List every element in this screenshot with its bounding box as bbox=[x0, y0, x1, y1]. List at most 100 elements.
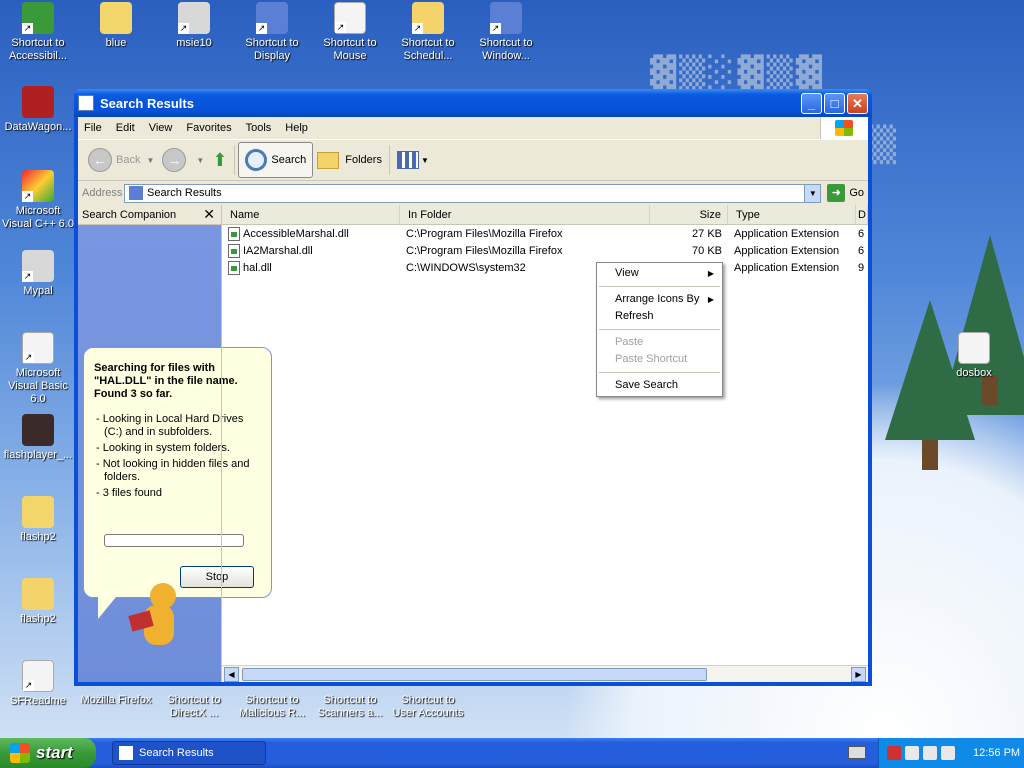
context-menu: View ▶ Arrange Icons By ▶ Refresh Paste Pa… bbox=[596, 262, 723, 397]
context-item-arrange[interactable]: Arrange Icons By ▶ bbox=[597, 291, 722, 308]
back-dropdown-icon[interactable]: ▼ bbox=[146, 156, 154, 165]
address-input[interactable]: Search Results ▼ bbox=[124, 183, 822, 203]
minimize-button[interactable]: _ bbox=[801, 92, 822, 114]
menu-view[interactable]: View bbox=[149, 122, 173, 134]
security-icon[interactable] bbox=[923, 746, 937, 760]
context-item-save-search[interactable]: Save Search bbox=[597, 377, 722, 394]
column-date[interactable]: D bbox=[856, 205, 868, 224]
desktop-icon-user-accounts[interactable]: Shortcut to User Accounts bbox=[390, 694, 466, 720]
menu-edit[interactable]: Edit bbox=[116, 122, 135, 134]
up-button[interactable]: ⬆ bbox=[208, 142, 231, 178]
display-icon bbox=[256, 2, 288, 34]
volume-icon[interactable] bbox=[941, 746, 955, 760]
context-item-refresh[interactable]: Refresh bbox=[597, 308, 722, 325]
desktop-icon-display[interactable]: Shortcut to Display bbox=[234, 2, 310, 63]
go-button[interactable]: ➜ Go bbox=[827, 184, 864, 202]
desktop-icon-visual-cpp[interactable]: Microsoft Visual C++ 6.0 bbox=[0, 170, 76, 231]
go-arrow-icon: ➜ bbox=[827, 184, 846, 202]
context-item-view[interactable]: View ▶ bbox=[597, 265, 722, 282]
column-type[interactable]: Type bbox=[728, 205, 856, 224]
toolbar-separator bbox=[234, 145, 236, 175]
document-icon bbox=[22, 660, 54, 692]
search-dog-icon[interactable] bbox=[128, 583, 180, 655]
maximize-button[interactable]: □ bbox=[824, 92, 845, 114]
window-content: Search Companion ✕ Searching for files w… bbox=[78, 205, 868, 682]
window-title: Search Results bbox=[100, 95, 194, 111]
desktop-icon-scheduled[interactable]: Shortcut to Schedul... bbox=[390, 2, 466, 63]
context-item-paste[interactable]: Paste bbox=[597, 334, 722, 351]
dll-file-icon bbox=[228, 243, 240, 258]
taskbar-item-search-results[interactable]: Search Results bbox=[112, 741, 266, 765]
menu-help[interactable]: Help bbox=[285, 122, 308, 134]
dll-file-icon bbox=[228, 226, 240, 241]
search-icon bbox=[245, 149, 268, 171]
toolbar: ← Back ▼ → ▼ ⬆ Search Folders ▼ bbox=[78, 139, 868, 181]
table-row[interactable]: hal.dll C:\WINDOWS\system32 KB Applicati… bbox=[222, 259, 868, 276]
menu-favorites[interactable]: Favorites bbox=[186, 122, 231, 134]
raccoon-icon bbox=[22, 250, 54, 282]
desktop-icon-malicious[interactable]: Shortcut to Malicious R... bbox=[234, 694, 310, 720]
close-icon[interactable]: ✕ bbox=[203, 206, 215, 223]
installer-icon bbox=[178, 2, 210, 34]
table-row[interactable]: IA2Marshal.dll C:\Program Files\Mozilla … bbox=[222, 242, 868, 259]
menu-file[interactable]: File bbox=[84, 122, 102, 134]
forward-button[interactable]: → ▼ bbox=[158, 142, 208, 178]
views-button[interactable]: ▼ bbox=[393, 142, 433, 178]
results-list: Name In Folder Size Type D AccessibleMar… bbox=[221, 205, 868, 682]
context-item-paste-shortcut[interactable]: Paste Shortcut bbox=[597, 351, 722, 368]
folders-button[interactable]: Folders bbox=[313, 142, 386, 178]
scroll-left-icon[interactable]: ◀ bbox=[224, 667, 239, 682]
views-dropdown-icon[interactable]: ▼ bbox=[421, 156, 429, 165]
desktop-icon-flashplayer[interactable]: flashplayer_... bbox=[0, 414, 76, 462]
search-results-icon bbox=[129, 186, 143, 200]
desktop-icon-msie10[interactable]: msie10 bbox=[156, 2, 232, 50]
desktop-icon-firefox[interactable]: Mozilla Firefox bbox=[78, 694, 154, 707]
clock[interactable]: 12:56 PM bbox=[973, 747, 1020, 759]
column-in-folder[interactable]: In Folder bbox=[400, 205, 650, 224]
desktop-icon-directx[interactable]: Shortcut to DirectX ... bbox=[156, 694, 232, 720]
desktop-icon-flashp2-folder[interactable]: flashp2 bbox=[0, 578, 76, 626]
network-icon[interactable] bbox=[905, 746, 919, 760]
table-row[interactable]: AccessibleMarshal.dll C:\Program Files\M… bbox=[222, 225, 868, 242]
network-disconnected-icon[interactable] bbox=[887, 746, 901, 760]
address-dropdown-icon[interactable]: ▼ bbox=[804, 184, 821, 202]
desktop-icon-dosbox[interactable]: dosbox bbox=[936, 332, 1012, 380]
search-results-window: Search Results _ □ ✕ File Edit View Favo… bbox=[74, 89, 872, 686]
close-button[interactable]: ✕ bbox=[847, 92, 868, 114]
wallpaper-art-2: ▒ bbox=[870, 125, 897, 165]
desktop-icon-mouse[interactable]: Shortcut to Mouse bbox=[312, 2, 388, 63]
back-button[interactable]: ← Back ▼ bbox=[84, 142, 158, 178]
keyboard-icon[interactable] bbox=[848, 746, 866, 759]
horizontal-scrollbar[interactable]: ◀ ▶ bbox=[222, 665, 868, 682]
desktop-icon-sfreadme[interactable]: SFReadme bbox=[0, 660, 76, 708]
toolbar-separator bbox=[388, 145, 390, 175]
scroll-right-icon[interactable]: ▶ bbox=[851, 667, 866, 682]
menu-separator bbox=[599, 372, 720, 373]
views-icon bbox=[396, 151, 419, 169]
window-titlebar[interactable]: Search Results _ □ ✕ bbox=[74, 89, 872, 117]
search-button[interactable]: Search bbox=[238, 142, 314, 178]
desktop-icon-flashp2-zip[interactable]: flashp2 bbox=[0, 496, 76, 544]
windows-flag-icon bbox=[835, 120, 853, 136]
desktop-icon-visual-basic[interactable]: Microsoft Visual Basic 6.0 bbox=[0, 332, 76, 406]
desktop-icon-datawagon[interactable]: DataWagon... bbox=[0, 86, 76, 134]
start-button[interactable]: start bbox=[0, 738, 96, 768]
menu-separator bbox=[599, 329, 720, 330]
menu-tools[interactable]: Tools bbox=[246, 122, 272, 134]
forward-dropdown-icon[interactable]: ▼ bbox=[196, 156, 204, 165]
desktop-icon-mypal[interactable]: Mypal bbox=[0, 250, 76, 298]
column-name[interactable]: Name bbox=[222, 205, 400, 224]
desktop-icon-blue[interactable]: blue bbox=[78, 2, 154, 50]
windows-flag-icon bbox=[10, 743, 30, 763]
system-tray: 12:56 PM bbox=[878, 738, 1024, 768]
desktop-icon-accessibility[interactable]: Shortcut to Accessibil... bbox=[0, 2, 76, 63]
desktop-icon-scanners[interactable]: Shortcut to Scanners a... bbox=[312, 694, 388, 720]
scheduled-tasks-icon bbox=[412, 2, 444, 34]
back-arrow-icon: ← bbox=[88, 148, 112, 172]
column-size[interactable]: Size bbox=[650, 205, 728, 224]
address-label: Address bbox=[82, 187, 123, 199]
scrollbar-thumb[interactable] bbox=[242, 668, 707, 681]
desktop-icon-windows[interactable]: Shortcut to Window... bbox=[468, 2, 544, 63]
folders-icon bbox=[317, 151, 340, 169]
column-headers: Name In Folder Size Type D bbox=[222, 205, 868, 225]
